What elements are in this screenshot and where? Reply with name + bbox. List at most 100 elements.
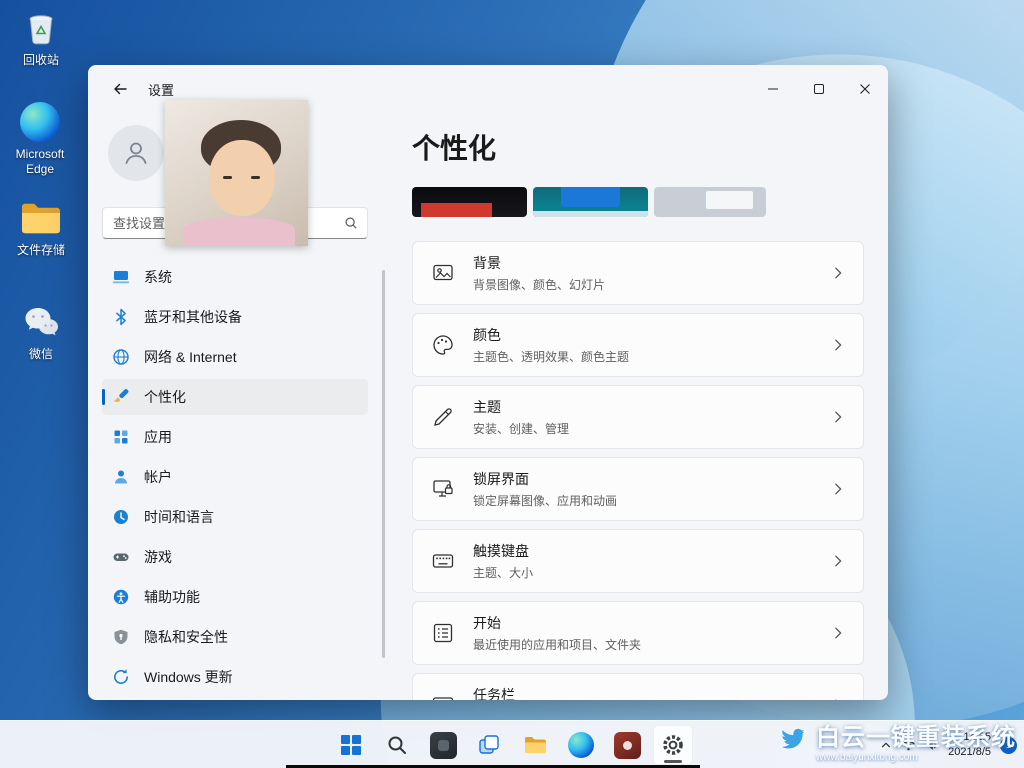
card-background[interactable]: 背景背景图像、颜色、幻灯片 <box>412 241 864 305</box>
tray-chevron-up-icon[interactable] <box>880 739 892 751</box>
bluetooth-icon <box>112 308 130 326</box>
card-touch-keyboard[interactable]: 触摸键盘 主题、大小 <box>412 529 864 593</box>
content-scrollbar[interactable] <box>382 270 385 658</box>
sidebar-item-bluetooth[interactable]: 蓝牙和其他设备 <box>102 299 368 335</box>
card-title: 任务栏 <box>473 687 515 700</box>
sidebar-item-accessibility[interactable]: 辅助功能 <box>102 579 368 615</box>
maximize-button[interactable] <box>796 65 842 113</box>
recycle-bin-icon <box>19 6 63 50</box>
chevron-right-icon <box>831 626 845 640</box>
user-avatar[interactable] <box>108 125 164 181</box>
red-app-icon <box>613 731 641 759</box>
chevron-right-icon <box>831 554 845 568</box>
card-title: 主题 <box>473 399 501 415</box>
minimize-button[interactable] <box>750 65 796 113</box>
card-themes[interactable]: 主题安装、创建、管理 <box>412 385 864 449</box>
close-icon <box>860 84 870 94</box>
card-subtitle: 安装、创建、管理 <box>473 422 570 436</box>
sidebar-item-gaming[interactable]: 游戏 <box>102 539 368 575</box>
taskbar-clock[interactable]: 14:25 2021/8/5 <box>948 730 991 760</box>
edge-button[interactable] <box>561 725 601 765</box>
desktop-icon-label: 回收站 <box>22 53 59 67</box>
card-title: 触摸键盘 <box>473 543 529 559</box>
taskbar-icon <box>431 693 457 700</box>
search-button[interactable] <box>377 725 417 765</box>
sidebar-item-privacy[interactable]: 隐私和安全性 <box>102 619 368 655</box>
keyboard-icon <box>431 549 457 573</box>
sidebar-item-personalization[interactable]: 个性化 <box>102 379 368 415</box>
apps-icon <box>112 428 130 446</box>
dark-app-icon <box>429 731 457 759</box>
task-view-button[interactable] <box>469 725 509 765</box>
sidebar-item-label: 应用 <box>144 429 172 445</box>
desktop-icon-edge[interactable]: Microsoft Edge <box>7 100 73 177</box>
theme-preview-dark[interactable] <box>412 187 527 217</box>
windows-logo-icon <box>341 735 361 755</box>
theme-previews <box>412 187 864 217</box>
settings-button[interactable] <box>653 725 693 765</box>
pen-icon <box>431 405 457 429</box>
wechat-icon <box>19 300 63 344</box>
gear-icon <box>663 735 683 755</box>
sidebar-item-apps[interactable]: 应用 <box>102 419 368 455</box>
network-globe-icon <box>112 348 130 366</box>
desktop-icon-wechat[interactable]: 微信 <box>8 300 74 362</box>
settings-cards: 背景背景图像、颜色、幻灯片 颜色 主题色、透明效果、颜色主题 主题安装、创建、管理 <box>412 241 864 700</box>
update-icon <box>112 668 130 686</box>
clock-icon <box>112 508 130 526</box>
desktop-icon-label: Microsoft Edge <box>15 147 65 176</box>
sidebar-item-accounts[interactable]: 帐户 <box>102 459 368 495</box>
theme-preview-teal[interactable] <box>533 187 648 217</box>
card-colors[interactable]: 颜色 主题色、透明效果、颜色主题 <box>412 313 864 377</box>
system-icon <box>112 268 130 286</box>
card-start[interactable]: 开始 最近使用的应用和项目、文件夹 <box>412 601 864 665</box>
desktop-icon-file-storage[interactable]: 文件存储 <box>8 196 74 258</box>
start-button[interactable] <box>331 725 371 765</box>
accessibility-icon <box>112 588 130 606</box>
sidebar-item-system[interactable]: 系统 <box>102 259 368 295</box>
person-icon <box>125 142 147 164</box>
desktop: 回收站 Microsoft Edge 文件存储 微信 设置 查找设置 系统 蓝牙… <box>0 0 1024 768</box>
chevron-right-icon <box>831 266 845 280</box>
desktop-icon-recycle-bin[interactable]: 回收站 <box>8 6 74 68</box>
taskbar-app-dark[interactable] <box>423 725 463 765</box>
search-icon <box>345 217 357 229</box>
gamepad-icon <box>112 548 130 566</box>
page-title: 个性化 <box>412 133 497 164</box>
start-menu-icon <box>431 621 457 645</box>
file-explorer-icon <box>524 737 546 753</box>
main-content: 个性化 背景 背景图像、颜色、幻灯片 颜色 主题色、透明效果、颜色主题 主题 安… <box>382 113 888 700</box>
tray-date: 2021/8/5 <box>948 746 991 758</box>
theme-preview-light[interactable] <box>654 187 766 217</box>
sidebar-item-label: 网络 & Internet <box>144 349 237 365</box>
sidebar-item-time-language[interactable]: 时间和语言 <box>102 499 368 535</box>
card-subtitle: 背景图像、颜色、幻灯片 <box>473 278 606 292</box>
photo-shirt <box>183 218 295 246</box>
card-title: 颜色 <box>473 327 501 343</box>
desktop-icon-label: 微信 <box>28 347 53 361</box>
back-arrow-icon <box>114 83 127 95</box>
sidebar-item-label: Windows 更新 <box>144 669 233 685</box>
sidebar-item-label: 帐户 <box>144 469 172 485</box>
active-app-indicator <box>664 760 682 763</box>
card-title: 背景 <box>473 255 501 271</box>
notification-badge[interactable]: 1 <box>1000 736 1017 754</box>
desktop-icon-label: 文件存储 <box>16 243 65 257</box>
card-lock-screen[interactable]: 锁屏界面 锁定屏幕图像、应用和动画 <box>412 457 864 521</box>
file-explorer-button[interactable] <box>515 725 555 765</box>
card-taskbar[interactable]: 任务栏任务栏行为，系统固定 <box>412 673 864 700</box>
palette-icon <box>431 333 457 357</box>
card-title: 锁屏界面 <box>473 471 529 487</box>
sidebar-item-windows-update[interactable]: Windows 更新 <box>102 659 368 695</box>
sidebar-item-network[interactable]: 网络 & Internet <box>102 339 368 375</box>
minimize-icon <box>768 88 778 90</box>
window-title: 设置 <box>148 82 175 98</box>
taskbar-center <box>331 721 693 768</box>
back-button[interactable] <box>104 73 136 105</box>
volume-icon[interactable] <box>925 739 939 752</box>
taskbar: 14:25 2021/8/5 1 <box>0 720 1024 768</box>
close-button[interactable] <box>842 65 888 113</box>
taskbar-app-red[interactable] <box>607 725 647 765</box>
wifi-icon[interactable] <box>901 739 916 752</box>
chevron-right-icon <box>831 698 845 700</box>
